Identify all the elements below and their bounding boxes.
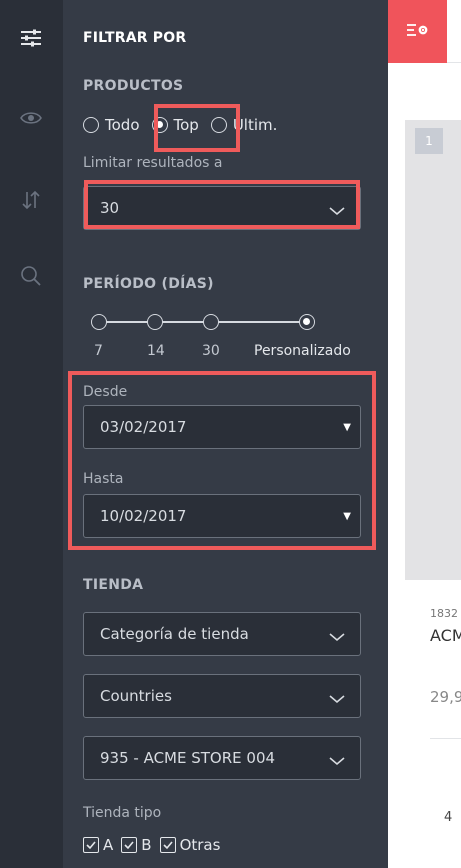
icon-rail (0, 0, 63, 868)
desde-date-field[interactable]: 03/02/2017 ▼ (83, 405, 361, 449)
chevron-down-icon (328, 628, 346, 647)
slider-label-30: 30 (202, 343, 220, 359)
category-placeholder: Categoría de tienda (100, 625, 249, 643)
countries-placeholder: Countries (100, 687, 172, 705)
filter-sliders-icon[interactable] (17, 24, 45, 52)
radio-todo[interactable]: Todo (83, 116, 140, 134)
chevron-down-icon (328, 202, 346, 221)
radio-label: Todo (105, 116, 140, 134)
radio-label: Últim. (232, 116, 278, 134)
slider-stop-7[interactable] (91, 314, 107, 330)
content-topbar (388, 0, 461, 63)
panel-title: FILTRAR POR (83, 30, 187, 46)
list-settings-icon (406, 22, 430, 42)
countries-select[interactable]: Countries (83, 674, 361, 718)
rank-badge: 1 (415, 128, 443, 154)
chevron-down-icon (328, 690, 346, 709)
desde-value: 03/02/2017 (100, 418, 187, 436)
slider-track (99, 321, 303, 323)
product-price: 29,9 (430, 688, 461, 706)
desde-label: Desde (83, 384, 128, 400)
radio-circle (210, 117, 227, 133)
settings-menu-button[interactable] (388, 0, 447, 63)
product-card-image[interactable] (405, 120, 461, 580)
radio-top[interactable]: Top (151, 116, 199, 134)
product-id: 1832 (430, 607, 458, 620)
hasta-date-field[interactable]: 10/02/2017 ▼ (83, 494, 361, 538)
store-select[interactable]: 935 - ACME STORE 004 (83, 736, 361, 780)
caret-down-icon: ▼ (343, 511, 351, 522)
periodo-slider[interactable] (91, 313, 315, 331)
radio-ultim[interactable]: Últim. (210, 116, 278, 134)
hasta-value: 10/02/2017 (100, 507, 187, 525)
radio-label: Top (173, 116, 199, 134)
radio-circle (83, 117, 99, 133)
checkbox-label: B (141, 836, 152, 854)
tienda-title: TIENDA (83, 577, 144, 593)
slider-label-personalizado: Personalizado (254, 343, 351, 359)
slider-stop-14[interactable] (147, 314, 163, 330)
slider-stop-personalizado[interactable] (299, 314, 315, 330)
category-select[interactable]: Categoría de tienda (83, 612, 361, 656)
divider (430, 738, 461, 739)
checkbox-otras[interactable]: Otras (159, 836, 221, 854)
row-number: 4 (444, 810, 453, 825)
content-clip: 1 1832 ACM 29,9 4 (388, 0, 461, 868)
eye-icon[interactable] (17, 104, 45, 132)
checkbox-label: Otras (179, 836, 221, 854)
search-icon[interactable] (17, 262, 45, 290)
caret-down-icon: ▼ (343, 422, 351, 433)
productos-title: PRODUCTOS (83, 78, 184, 94)
filter-panel: FILTRAR POR PRODUCTOS Todo Top Últim. Li… (63, 0, 388, 868)
product-name: ACM (430, 626, 461, 645)
content-area: 1 1832 ACM 29,9 4 (388, 0, 461, 868)
periodo-title: PERÍODO (DÍAS) (83, 276, 214, 292)
checkbox-a[interactable]: A (83, 836, 113, 854)
checkmark-icon (159, 837, 176, 853)
limit-select[interactable]: 30 (83, 186, 361, 230)
checkmark-icon (83, 837, 99, 853)
productos-radio-group: Todo Top Últim. (83, 114, 289, 136)
checkbox-b[interactable]: B (121, 836, 152, 854)
slider-label-14: 14 (147, 343, 165, 359)
checkmark-icon (121, 837, 138, 853)
tienda-tipo-checkboxes: A B Otras (83, 836, 228, 854)
limit-label: Limitar resultados a (83, 155, 223, 171)
limit-value: 30 (100, 199, 120, 217)
store-value: 935 - ACME STORE 004 (100, 749, 276, 767)
checkbox-label: A (103, 836, 114, 854)
slider-label-7: 7 (94, 343, 103, 359)
sort-arrows-icon[interactable] (17, 186, 45, 214)
radio-circle (151, 117, 168, 133)
chevron-down-icon (328, 752, 346, 771)
hasta-label: Hasta (83, 471, 124, 487)
slider-stop-30[interactable] (203, 314, 219, 330)
tienda-tipo-label: Tienda tipo (83, 805, 162, 821)
